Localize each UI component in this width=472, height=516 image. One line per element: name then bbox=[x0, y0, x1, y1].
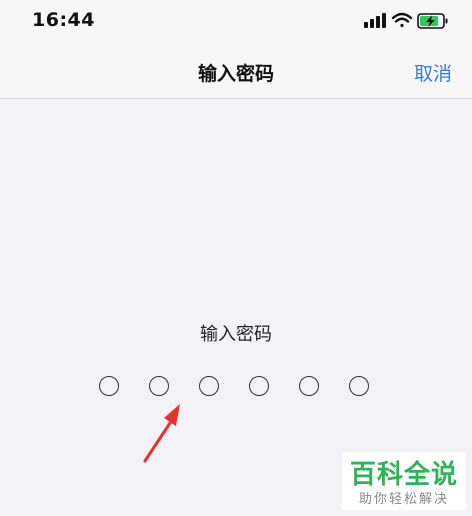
watermark-subtitle: 助你轻松解决 bbox=[358, 492, 449, 507]
watermark-logo: 百科全说 助你轻松解决 bbox=[342, 452, 466, 510]
watermark-title: 百科全说 bbox=[349, 460, 458, 490]
annotation-arrow-icon bbox=[143, 404, 180, 463]
